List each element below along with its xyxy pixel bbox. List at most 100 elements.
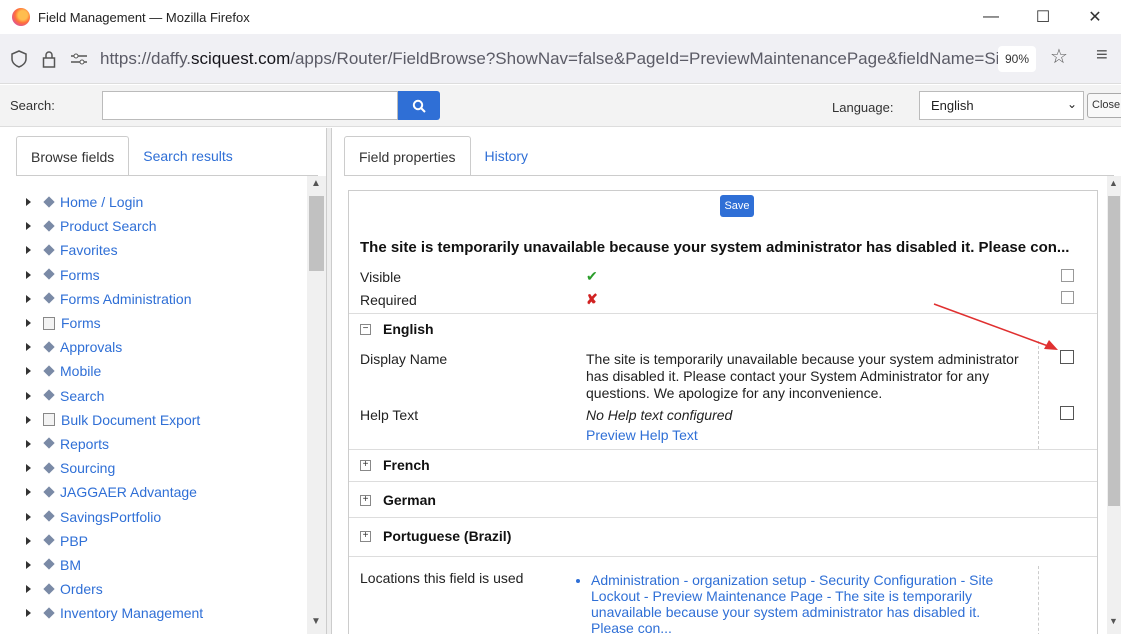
collapse-icon[interactable]: − — [360, 323, 371, 335]
maximize-button[interactable]: ☐ — [1017, 0, 1069, 34]
folder-diamond-icon — [41, 487, 57, 498]
expand-triangle-icon[interactable] — [26, 222, 31, 231]
left-scrollbar[interactable]: ▲ ▼ — [307, 176, 326, 634]
tree-item[interactable]: Orders — [22, 577, 305, 601]
expand-triangle-icon[interactable] — [26, 270, 31, 279]
scroll-thumb[interactable] — [309, 196, 324, 271]
tree-item[interactable]: Inventory Management — [22, 601, 305, 625]
expand-triangle-icon[interactable] — [26, 198, 31, 207]
tree-item[interactable]: Mobile — [22, 359, 305, 383]
save-button[interactable]: Save — [720, 195, 754, 217]
address-bar: https://daffy.sciquest.com/apps/Router/F… — [0, 34, 1121, 84]
lock-icon[interactable] — [38, 48, 60, 70]
expand-triangle-icon[interactable] — [26, 560, 31, 569]
right-tabs: Field properties History — [344, 136, 542, 176]
search-label: Search: — [10, 98, 55, 113]
expand-icon[interactable]: + — [360, 530, 371, 542]
expand-triangle-icon[interactable] — [26, 488, 31, 497]
expand-triangle-icon[interactable] — [26, 367, 31, 376]
window-title: Field Management — Mozilla Firefox — [38, 9, 250, 25]
help-text-checkbox[interactable] — [1060, 406, 1074, 420]
column-divider — [1038, 341, 1039, 449]
display-name-label: Display Name — [360, 351, 448, 367]
folder-diamond-icon — [41, 584, 57, 595]
expand-triangle-icon[interactable] — [26, 343, 31, 352]
visible-checkbox[interactable] — [1061, 269, 1074, 282]
minimize-button[interactable]: — — [965, 0, 1017, 34]
search-button[interactable] — [398, 91, 440, 120]
tab-browse-fields[interactable]: Browse fields — [16, 136, 130, 176]
tree-item[interactable]: Forms — [22, 263, 305, 287]
bookmark-star-icon[interactable]: ☆ — [1050, 44, 1068, 69]
tab-search-results[interactable]: Search results — [129, 136, 246, 176]
expand-triangle-icon[interactable] — [26, 319, 31, 328]
tree-item[interactable]: Reports — [22, 432, 305, 456]
firefox-logo-icon — [12, 8, 30, 26]
tree-item[interactable]: Favorites — [22, 238, 305, 262]
zoom-level[interactable]: 90% — [998, 46, 1036, 72]
chevron-down-icon: ⌄ — [1066, 97, 1077, 111]
expand-triangle-icon[interactable] — [26, 512, 31, 521]
folder-diamond-icon — [41, 342, 57, 353]
shield-icon[interactable] — [8, 48, 30, 70]
tree-item[interactable]: Sourcing — [22, 456, 305, 480]
help-text-value: No Help text configured — [586, 407, 733, 423]
tree-item[interactable]: Search — [22, 384, 305, 408]
folder-diamond-icon — [41, 438, 57, 449]
language-select[interactable]: English ⌄ — [919, 91, 1084, 120]
divider — [349, 556, 1097, 557]
section-german[interactable]: + German — [360, 492, 436, 508]
search-toolbar: Search: Language: English ⌄ Close — [0, 85, 1121, 127]
scroll-down-icon[interactable]: ▼ — [311, 616, 321, 627]
required-checkbox[interactable] — [1061, 291, 1074, 304]
tree-item[interactable]: JAGGAER Advantage — [22, 480, 305, 504]
folder-diamond-icon — [41, 197, 57, 208]
folder-diamond-icon — [41, 366, 57, 377]
preview-help-text-link[interactable]: Preview Help Text — [586, 427, 1026, 444]
expand-triangle-icon[interactable] — [26, 609, 31, 618]
tree-item[interactable]: Product Search — [22, 214, 305, 238]
divider — [349, 517, 1097, 518]
expand-icon[interactable]: + — [360, 459, 371, 471]
close-button[interactable]: Close — [1087, 93, 1121, 118]
section-french[interactable]: + French — [360, 457, 430, 473]
folder-diamond-icon — [41, 463, 57, 474]
section-english[interactable]: − English — [360, 321, 434, 337]
document-icon — [43, 413, 55, 427]
expand-triangle-icon[interactable] — [26, 391, 31, 400]
tree-item[interactable]: Forms Administration — [22, 287, 305, 311]
hamburger-menu-icon[interactable]: ≡ — [1096, 44, 1108, 67]
expand-triangle-icon[interactable] — [26, 536, 31, 545]
close-window-button[interactable]: ✕ — [1069, 0, 1121, 34]
scroll-up-icon[interactable]: ▲ — [311, 178, 321, 189]
tree-item[interactable]: Approvals — [22, 335, 305, 359]
scroll-up-icon[interactable]: ▲ — [1109, 178, 1118, 188]
right-scrollbar[interactable]: ▲ ▼ — [1107, 176, 1121, 634]
tree-item[interactable]: Forms — [22, 311, 305, 335]
expand-triangle-icon[interactable] — [26, 294, 31, 303]
divider — [349, 449, 1097, 450]
expand-triangle-icon[interactable] — [26, 246, 31, 255]
tree-item[interactable]: Bulk Document Export — [22, 408, 305, 432]
tree-item[interactable]: SavingsPortfolio — [22, 504, 305, 528]
scroll-down-icon[interactable]: ▼ — [1109, 616, 1118, 626]
properties-box: Save The site is temporarily unavailable… — [348, 190, 1098, 634]
tree-item[interactable]: Home / Login — [22, 190, 305, 214]
expand-triangle-icon[interactable] — [26, 415, 31, 424]
tree-item[interactable]: BM — [22, 553, 305, 577]
scroll-thumb[interactable] — [1108, 196, 1120, 506]
permissions-icon[interactable] — [68, 48, 90, 70]
section-portuguese[interactable]: + Portuguese (Brazil) — [360, 528, 511, 544]
expand-triangle-icon[interactable] — [26, 464, 31, 473]
display-name-checkbox[interactable] — [1060, 350, 1074, 364]
expand-icon[interactable]: + — [360, 494, 371, 506]
expand-triangle-icon[interactable] — [26, 585, 31, 594]
location-link[interactable]: Administration - organization setup - Se… — [591, 572, 1007, 634]
tab-field-properties[interactable]: Field properties — [344, 136, 471, 176]
expand-triangle-icon[interactable] — [26, 439, 31, 448]
help-text-label: Help Text — [360, 407, 419, 423]
url-text[interactable]: https://daffy.sciquest.com/apps/Router/F… — [100, 49, 1014, 69]
tree-item[interactable]: PBP — [22, 529, 305, 553]
search-input[interactable] — [102, 91, 398, 120]
tab-history[interactable]: History — [471, 136, 543, 176]
